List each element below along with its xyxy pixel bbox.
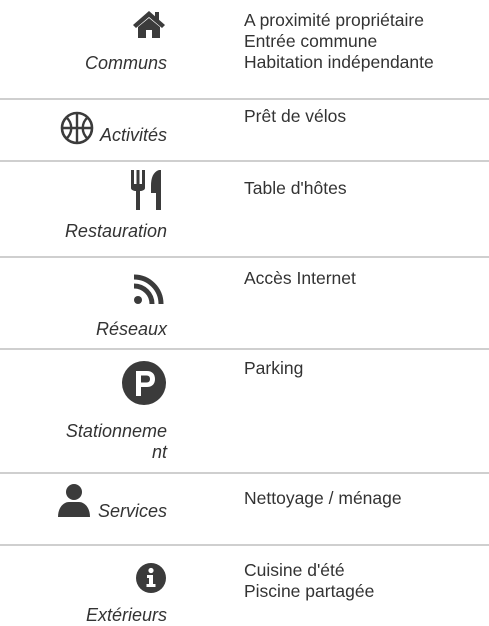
features-cell: Accès Internet — [175, 258, 489, 348]
amenity-row-reseaux: Réseaux Accès Internet — [0, 258, 489, 350]
amenity-row-services: Services Nettoyage / ménage — [0, 474, 489, 546]
features-cell: Parking — [175, 350, 489, 472]
feature-item: Cuisine d'été — [244, 560, 345, 580]
parking-icon — [121, 360, 167, 411]
category-cell: Stationneme nt — [0, 350, 175, 472]
rss-icon — [131, 274, 167, 311]
feature-item: Nettoyage / ménage — [244, 488, 402, 508]
category-label: Communs — [84, 53, 167, 73]
category-cell: Réseaux — [0, 258, 175, 348]
amenity-row-exterieurs: Extérieurs Cuisine d'été Piscine partagé… — [0, 546, 489, 625]
category-cell: Extérieurs — [0, 546, 175, 625]
home-icon — [131, 8, 167, 45]
user-icon — [56, 483, 92, 522]
category-label: Stationneme nt — [65, 421, 167, 462]
feature-item: Prêt de vélos — [244, 106, 347, 126]
amenity-row-activites: Activités Prêt de vélos — [0, 100, 489, 162]
features-cell: Prêt de vélos — [175, 100, 489, 160]
amenity-row-communs: Communs A proximité propriétaire Entrée … — [0, 0, 489, 100]
category-cell: Activités — [0, 100, 175, 150]
category-label: Services — [97, 501, 167, 521]
feature-item: Piscine partagée — [244, 581, 375, 601]
category-cell: Communs — [0, 0, 175, 98]
basketball-icon — [60, 111, 94, 150]
features-cell: Table d'hôtes — [175, 162, 489, 256]
feature-item: Accès Internet — [244, 268, 356, 288]
amenities-table: Communs A proximité propriétaire Entrée … — [0, 0, 489, 625]
category-cell: Restauration — [0, 162, 175, 256]
features-cell: A proximité propriétaire Entrée commune … — [175, 0, 489, 98]
features-cell: Nettoyage / ménage — [175, 474, 489, 544]
feature-item: Entrée commune — [244, 31, 378, 51]
category-label: Réseaux — [95, 319, 167, 339]
info-circle-icon — [135, 562, 167, 599]
category-label: Restauration — [64, 221, 167, 241]
feature-item: Table d'hôtes — [244, 178, 347, 198]
amenity-row-restauration: Restauration Table d'hôtes — [0, 162, 489, 258]
utensils-icon — [129, 168, 167, 217]
features-cell: Cuisine d'été Piscine partagée — [175, 546, 489, 621]
category-label: Extérieurs — [85, 605, 167, 625]
amenity-row-stationnement: Stationneme nt Parking — [0, 350, 489, 474]
category-cell: Services — [0, 474, 175, 522]
feature-item: Habitation indépendante — [244, 52, 434, 72]
category-label: Activités — [99, 124, 167, 145]
feature-item: A proximité propriétaire — [244, 10, 424, 30]
feature-item: Parking — [244, 358, 304, 378]
